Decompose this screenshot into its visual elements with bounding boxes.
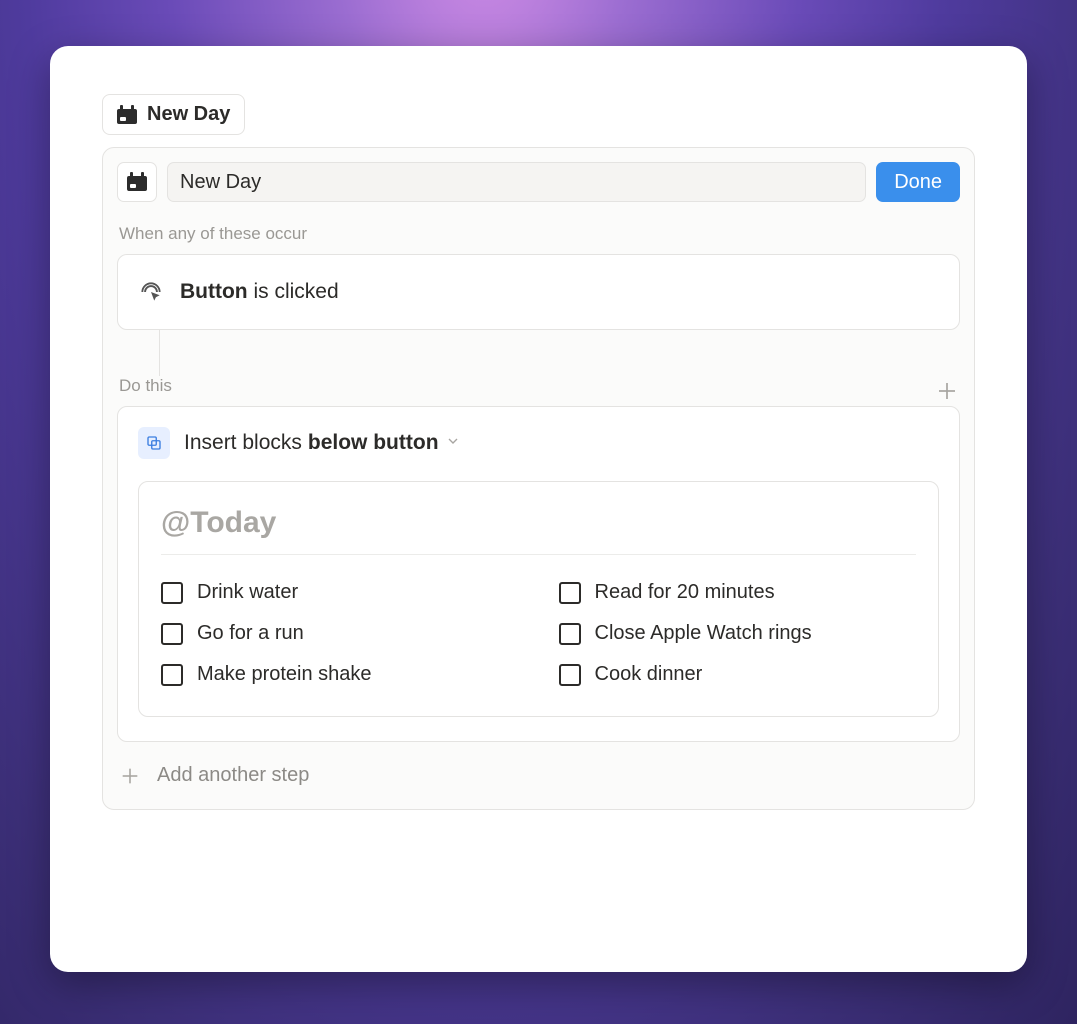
todo-item: Drink water — [161, 581, 519, 604]
done-button[interactable]: Done — [876, 162, 960, 202]
todo-label: Cook dinner — [595, 663, 703, 686]
trigger-section-label: When any of these occur — [119, 224, 960, 244]
action-section-header: Do this — [117, 376, 960, 406]
checkbox[interactable] — [161, 582, 183, 604]
automation-editor-window: New Day Done When any of these occur But… — [50, 46, 1027, 972]
blocks-heading: @Today — [161, 506, 916, 555]
todo-col-left: Drink water Go for a run Make protein sh… — [161, 581, 519, 686]
pill-label: New Day — [147, 103, 230, 126]
checkbox[interactable] — [559, 582, 581, 604]
todo-item: Cook dinner — [559, 663, 917, 686]
add-another-step-button[interactable]: Add another step — [117, 742, 960, 809]
checkbox[interactable] — [161, 623, 183, 645]
action-head: Insert blocks below button — [138, 427, 939, 459]
chevron-down-icon — [445, 431, 461, 455]
todo-columns: Drink water Go for a run Make protein sh… — [161, 581, 916, 686]
todo-col-right: Read for 20 minutes Close Apple Watch ri… — [559, 581, 917, 686]
blocks-preview[interactable]: @Today Drink water Go for a run — [138, 481, 939, 717]
trigger-text: Button is clicked — [180, 280, 339, 304]
insert-blocks-icon — [138, 427, 170, 459]
todo-item: Read for 20 minutes — [559, 581, 917, 604]
plus-icon — [119, 765, 141, 787]
action-title-dropdown[interactable]: Insert blocks below button — [184, 431, 461, 455]
checkbox[interactable] — [161, 664, 183, 686]
todo-label: Make protein shake — [197, 663, 372, 686]
add-action-button[interactable] — [934, 378, 960, 404]
action-card: Insert blocks below button @Today — [117, 406, 960, 742]
automation-pill[interactable]: New Day — [102, 94, 245, 135]
todo-label: Close Apple Watch rings — [595, 622, 812, 645]
pointer-click-icon — [138, 279, 164, 305]
title-icon-box[interactable] — [117, 162, 157, 202]
todo-item: Make protein shake — [161, 663, 519, 686]
todo-item: Go for a run — [161, 622, 519, 645]
action-section-label: Do this — [119, 376, 172, 396]
trigger-card[interactable]: Button is clicked — [117, 254, 960, 330]
todo-label: Drink water — [197, 581, 298, 604]
calendar-icon — [117, 105, 137, 125]
add-step-label: Add another step — [157, 764, 309, 787]
automation-panel: Done When any of these occur Button is c… — [102, 147, 975, 810]
automation-title-input[interactable] — [167, 162, 866, 202]
checkbox[interactable] — [559, 664, 581, 686]
title-row: Done — [117, 162, 960, 202]
todo-label: Read for 20 minutes — [595, 581, 775, 604]
connector-line — [159, 330, 160, 376]
todo-item: Close Apple Watch rings — [559, 622, 917, 645]
calendar-icon — [127, 172, 147, 192]
checkbox[interactable] — [559, 623, 581, 645]
todo-label: Go for a run — [197, 622, 304, 645]
